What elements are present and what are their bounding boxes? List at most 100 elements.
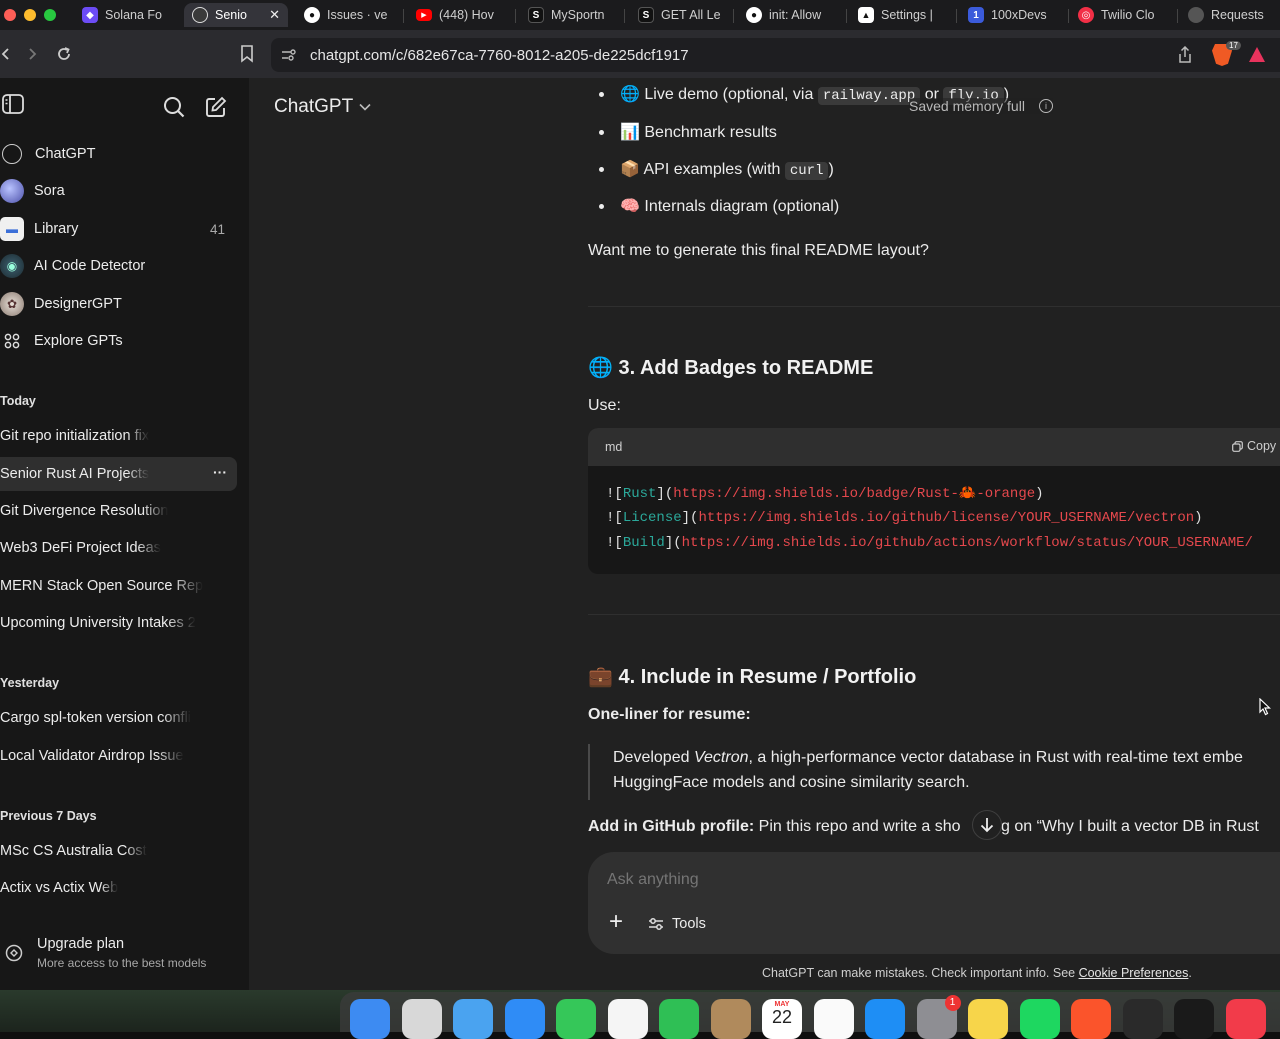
chat-history-item[interactable]: Web3 DeFi Project Ideas (0, 531, 237, 565)
scroll-to-bottom-button[interactable] (972, 810, 1002, 840)
back-button[interactable] (0, 42, 18, 66)
library-icon: ▬ (0, 217, 24, 241)
brave-icon[interactable] (1071, 999, 1111, 1039)
model-selector[interactable]: ChatGPT (274, 96, 371, 118)
browser-tab[interactable]: ◎ Twilio Clo (1070, 3, 1174, 27)
system-settings-icon[interactable]: 1 (916, 995, 961, 1039)
quote-line: Developed Vectron, a high-performance ve… (613, 749, 1243, 766)
maps-icon[interactable] (453, 999, 493, 1039)
search-icon (164, 97, 185, 118)
app-store-icon[interactable] (865, 999, 905, 1039)
prompt-input[interactable] (607, 868, 1207, 892)
section-heading-previous-7-days: Previous 7 Days (0, 809, 97, 823)
chevron-down-icon (359, 103, 371, 111)
close-window-button[interactable] (4, 9, 16, 21)
vercel-app-icon[interactable] (1122, 999, 1163, 1039)
copy-code-button[interactable]: Copy (1232, 439, 1276, 453)
browser-tab[interactable]: ▲ Settings | (850, 3, 954, 27)
spotify-icon[interactable] (1019, 999, 1060, 1039)
quote-line: HuggingFace models and cosine similarity… (613, 774, 970, 791)
cookie-preferences-link[interactable]: Cookie Preferences (1079, 966, 1189, 980)
section-heading-badges: 🌐 3. Add Badges to README (588, 357, 874, 379)
forward-button[interactable] (20, 42, 44, 66)
briefcase-icon: 💼 (588, 666, 613, 688)
chat-history-item[interactable]: Cargo spl-token version confli (0, 701, 237, 735)
browser-tab[interactable]: S GET All Le (630, 3, 730, 27)
sidebar-item-ai-code-detector[interactable]: ◉ AI Code Detector (0, 249, 237, 283)
address-bar[interactable]: chatgpt.com/c/682e67ca-7760-8012-a205-de… (271, 38, 1280, 72)
reload-icon (58, 47, 70, 60)
new-chat-icon (206, 96, 227, 117)
finder-icon[interactable] (350, 999, 390, 1039)
back-arrow-icon (1, 48, 9, 60)
more-options-icon[interactable]: ··· (213, 464, 227, 480)
chat-history-item-active[interactable]: Senior Rust AI Projects ··· (0, 457, 237, 491)
bullet-internals: 🧠 Internals diagram (optional) (620, 198, 840, 215)
calendar-icon[interactable]: MAY 22 (762, 999, 802, 1039)
browser-tab[interactable]: S MySportn (520, 3, 620, 27)
sidebar-item-chatgpt[interactable]: ChatGPT (0, 137, 237, 171)
github-profile-line: Add in GitHub profile: Pin this repo and… (588, 818, 1259, 835)
facetime-icon[interactable] (659, 999, 699, 1039)
sidebar-item-sora[interactable]: Sora (0, 174, 237, 208)
messages-icon[interactable] (556, 999, 596, 1039)
launchpad-icon[interactable] (401, 999, 442, 1039)
notes-icon[interactable] (968, 999, 1008, 1039)
bar-chart-icon: 📊 (620, 124, 640, 141)
close-tab-icon[interactable]: ✕ (269, 7, 280, 23)
100xdevs-icon: 1 (968, 7, 984, 23)
photos-icon[interactable] (607, 999, 648, 1039)
browser-tab[interactable]: ● init: Allow (738, 3, 842, 27)
sidebar-toggle-icon (2, 94, 24, 114)
toggle-sidebar-button[interactable] (2, 94, 24, 119)
url-text[interactable]: chatgpt.com/c/682e67ca-7760-8012-a205-de… (310, 47, 689, 64)
chat-history-item[interactable]: Git Divergence Resolution (0, 494, 237, 528)
reload-button[interactable] (52, 42, 76, 66)
mouse-cursor-icon (1259, 698, 1271, 716)
sidebar-item-library[interactable]: ▬ Library 41 (0, 212, 237, 246)
bullet-api-examples: 📦 API examples (with curl) (620, 161, 834, 180)
sliders-icon (649, 918, 663, 930)
package-icon: 📦 (620, 161, 640, 178)
safari-icon[interactable] (504, 999, 545, 1039)
minimize-window-button[interactable] (24, 9, 36, 21)
browser-tab-active[interactable]: Senio ✕ (184, 3, 288, 27)
news-icon[interactable] (1225, 999, 1266, 1039)
upgrade-plan-button[interactable]: Upgrade plan More access to the best mod… (0, 930, 240, 974)
chat-history-item[interactable]: Local Validator Airdrop Issue (0, 739, 237, 773)
browser-toolbar: chatgpt.com/c/682e67ca-7760-8012-a205-de… (0, 30, 1280, 78)
browser-tab[interactable]: 1 100xDevs (960, 3, 1064, 27)
upgrade-icon (5, 944, 23, 962)
contacts-icon[interactable] (710, 999, 751, 1039)
code-line: ![Rust](https://img.shields.io/badge/Rus… (606, 486, 1044, 502)
github-icon: ● (304, 7, 320, 23)
code-block: md Copy ![Rust](https://img.shields.io/b… (588, 428, 1280, 574)
chat-history-item[interactable]: MSc CS Australia Cost (0, 834, 237, 868)
terminal-icon[interactable] (1174, 999, 1214, 1039)
reminders-icon[interactable] (813, 999, 854, 1039)
sidebar-item-explore-gpts[interactable]: Explore GPTs (0, 324, 237, 358)
chat-history-item[interactable]: Git repo initialization fix (0, 419, 237, 453)
youtube-icon: ▶ (416, 9, 432, 21)
chat-history-item[interactable]: Actix vs Actix Web (0, 871, 237, 905)
new-chat-button[interactable] (205, 96, 227, 123)
browser-tab[interactable]: Requests (1180, 3, 1280, 27)
memory-full-notice[interactable]: Saved memory full i (909, 98, 1053, 114)
disclaimer: ChatGPT can make mistakes. Check importa… (762, 966, 1192, 980)
browser-tab[interactable]: ◆ Solana Fo (74, 3, 178, 27)
divider (588, 306, 1280, 307)
bookmark-button[interactable] (235, 42, 259, 66)
grid-icon (0, 329, 24, 353)
tools-button[interactable]: Tools (648, 916, 706, 932)
zoom-window-button[interactable] (44, 9, 56, 21)
browser-tab[interactable]: ▶ (448) Hov (408, 3, 512, 27)
browser-tab[interactable]: ● Issues · ve (296, 3, 400, 27)
add-attachment-button[interactable]: + (609, 910, 623, 934)
sidebar-item-designergpt[interactable]: ✿ DesignerGPT (0, 287, 237, 321)
gpt-avatar-icon: ◉ (0, 254, 24, 278)
search-chats-button[interactable] (163, 96, 185, 123)
chat-history-item[interactable]: Upcoming University Intakes 2 (0, 606, 237, 640)
chat-history-item[interactable]: MERN Stack Open Source Rep (0, 569, 237, 603)
bullet (599, 167, 604, 172)
brave-rewards-icon[interactable] (1249, 47, 1265, 62)
